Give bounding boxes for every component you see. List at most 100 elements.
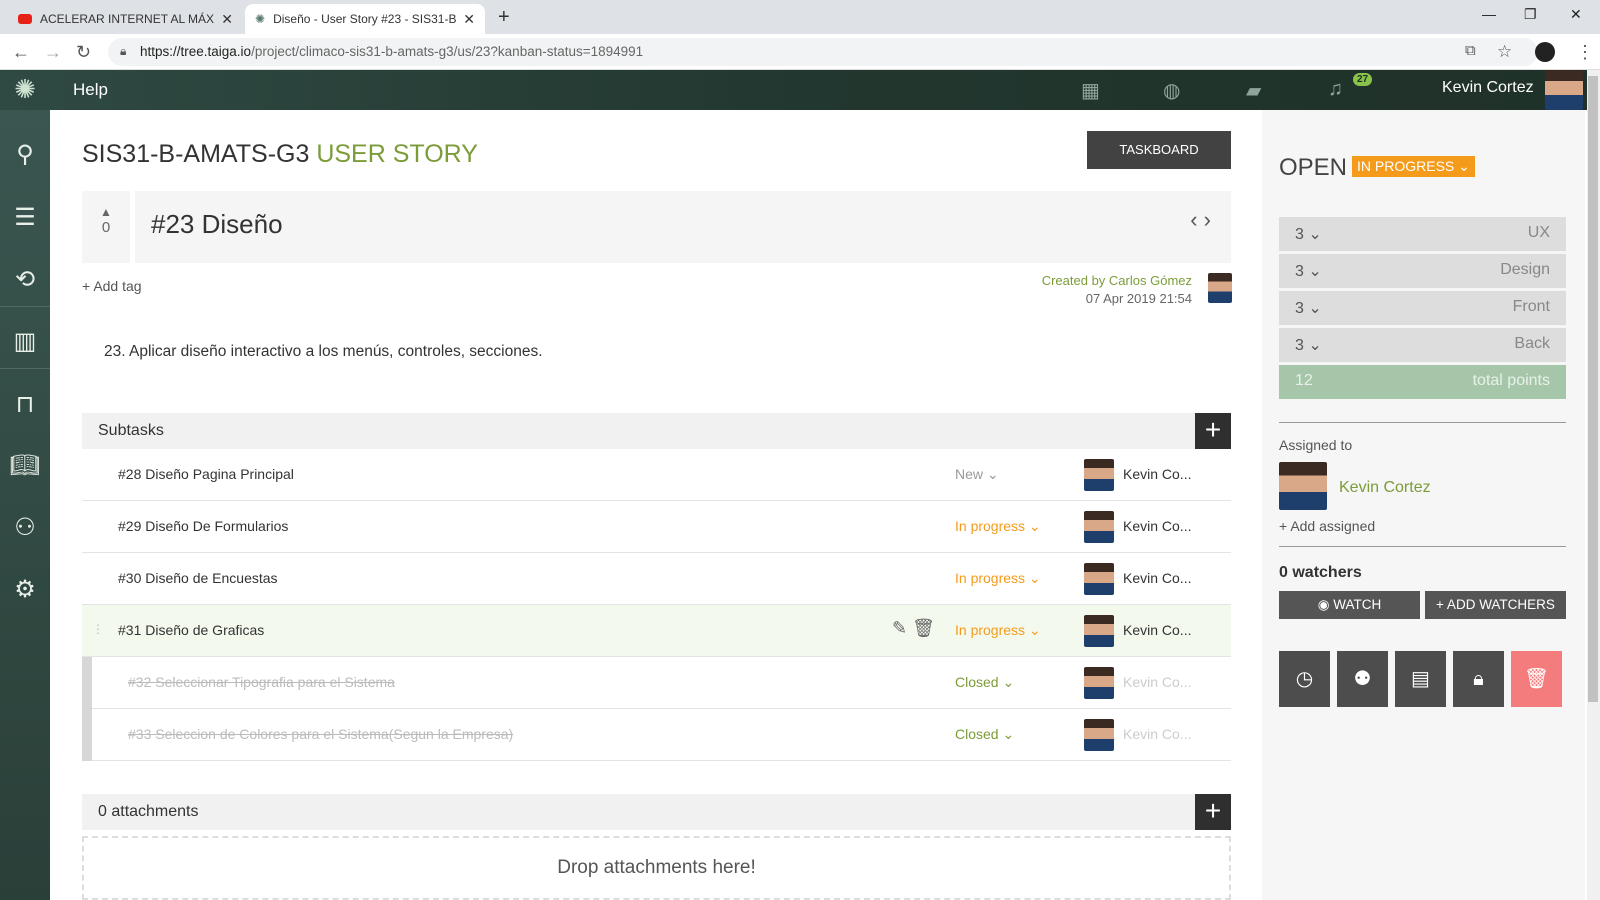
subtask-assignee[interactable]: Kevin Co... bbox=[1123, 466, 1191, 482]
team-icon[interactable]: ⚇ bbox=[0, 513, 50, 542]
subtask-assignee[interactable]: Kevin Co... bbox=[1123, 674, 1191, 690]
team-requirement-button[interactable]: ▤ bbox=[1395, 651, 1446, 707]
watch-button[interactable]: ◉ WATCH bbox=[1279, 591, 1420, 619]
subtask-assignee[interactable]: Kevin Co... bbox=[1123, 622, 1191, 638]
avatar bbox=[1084, 459, 1114, 491]
subtask-title[interactable]: #28 Diseño Pagina Principal bbox=[118, 466, 294, 482]
close-tab-icon[interactable]: ✕ bbox=[221, 11, 233, 28]
close-window-button[interactable]: ✕ bbox=[1570, 6, 1582, 23]
taiga-logo-icon[interactable]: ✺ bbox=[0, 70, 50, 110]
subtask-title[interactable]: #31 Diseño de Graficas bbox=[118, 622, 264, 638]
kanban-icon[interactable]: ▥ bbox=[0, 327, 50, 356]
close-tab-icon[interactable]: ✕ bbox=[463, 11, 475, 28]
minimize-button[interactable]: — bbox=[1482, 6, 1496, 22]
lock-icon: 🔒︎ bbox=[120, 44, 127, 58]
points-row-front[interactable]: 3 ⌄ Front bbox=[1279, 291, 1566, 325]
created-by[interactable]: Created by Carlos Gómez bbox=[1042, 272, 1192, 290]
subtask-title[interactable]: #33 Seleccion de Colores para el Sistema… bbox=[128, 726, 513, 742]
vote-box[interactable]: ▲ 0 bbox=[82, 191, 130, 263]
subtask-assignee[interactable]: Kevin Co... bbox=[1123, 518, 1191, 534]
subtask-title[interactable]: #32 Seleccionar Tipografia para el Siste… bbox=[128, 674, 395, 690]
trash-icon[interactable]: 🗑︎ bbox=[912, 618, 935, 638]
previous-story-icon[interactable]: ‹ bbox=[1190, 207, 1197, 232]
menu-lines-icon[interactable]: ☰ bbox=[0, 203, 50, 232]
points-role: Back bbox=[1514, 335, 1550, 352]
scrollbar-thumb[interactable] bbox=[1588, 76, 1598, 702]
browser-tab-youtube[interactable]: ACELERAR INTERNET AL MÁXIMO ✕ bbox=[8, 4, 243, 34]
url-field[interactable]: 🔒︎ https://tree.taiga.io/project/climaco… bbox=[108, 38, 1538, 66]
edit-pencil-icon[interactable]: ✎ bbox=[892, 618, 907, 638]
timeline-icon[interactable]: ⟲ bbox=[0, 265, 50, 294]
drag-handle-icon[interactable]: ⋮ bbox=[92, 622, 104, 636]
assignee-name[interactable]: Kevin Cortez bbox=[1339, 479, 1431, 497]
subtask-row[interactable]: #29 Diseño De Formularios In progress ⌄ … bbox=[82, 501, 1231, 553]
search-icon[interactable]: ⚲ bbox=[0, 140, 50, 169]
points-value[interactable]: 3 ⌄ bbox=[1295, 335, 1322, 355]
points-value[interactable]: 3 ⌄ bbox=[1295, 261, 1322, 281]
discover-globe-icon[interactable]: ◍ bbox=[1163, 78, 1180, 103]
menu-dots-icon[interactable]: ⋮ bbox=[1576, 42, 1594, 63]
status-dropdown[interactable]: IN PROGRESS ⌄ bbox=[1352, 156, 1475, 177]
project-name[interactable]: SIS31-B-AMATS-G3 bbox=[82, 140, 309, 168]
upvote-arrow-icon[interactable]: ▲ bbox=[82, 205, 130, 219]
help-link[interactable]: Help bbox=[73, 80, 108, 100]
subtask-row[interactable]: ⋮ #31 Diseño de Graficas ✎ 🗑︎ In progres… bbox=[82, 605, 1231, 657]
attachments-header: 0 attachments bbox=[82, 794, 1231, 830]
subtasks-title: Subtasks bbox=[98, 422, 164, 439]
subtask-status[interactable]: In progress ⌄ bbox=[955, 518, 1041, 535]
subtask-assignee[interactable]: Kevin Co... bbox=[1123, 726, 1191, 742]
profile-avatar[interactable] bbox=[1535, 42, 1555, 62]
delete-button[interactable]: 🗑︎ bbox=[1511, 651, 1562, 707]
bookmark-star-icon[interactable]: ☆ bbox=[1497, 42, 1512, 62]
block-lock-button[interactable]: 🔒︎ bbox=[1453, 651, 1504, 707]
points-row-ux[interactable]: 3 ⌄ UX bbox=[1279, 217, 1566, 251]
translate-icon[interactable]: ⧉ bbox=[1465, 42, 1476, 59]
subtask-title[interactable]: #29 Diseño De Formularios bbox=[118, 518, 288, 534]
add-assigned-button[interactable]: + Add assigned bbox=[1279, 518, 1375, 534]
points-value[interactable]: 3 ⌄ bbox=[1295, 224, 1322, 244]
story-description[interactable]: 23. Aplicar diseño interactivo a los men… bbox=[104, 343, 543, 361]
taskboard-button[interactable]: TASKBOARD bbox=[1087, 131, 1231, 169]
due-date-clock-button[interactable]: ◷ bbox=[1279, 651, 1330, 707]
subtask-assignee[interactable]: Kevin Co... bbox=[1123, 570, 1191, 586]
assign-to-me-button[interactable]: ⚉ bbox=[1337, 651, 1388, 707]
browser-tab-taiga[interactable]: ✺ Diseño - User Story #23 - SIS31-B- ✕ bbox=[245, 4, 485, 34]
projects-grid-icon[interactable]: ▦ bbox=[1081, 78, 1100, 103]
subtask-status[interactable]: In progress ⌄ bbox=[955, 570, 1041, 587]
add-watchers-button[interactable]: + ADD WATCHERS bbox=[1425, 591, 1566, 619]
story-title[interactable]: #23 Diseño bbox=[151, 209, 283, 240]
points-row-back[interactable]: 3 ⌄ Back bbox=[1279, 328, 1566, 362]
points-row-design[interactable]: 3 ⌄ Design bbox=[1279, 254, 1566, 288]
reload-button[interactable]: ↻ bbox=[76, 42, 91, 63]
subtask-status[interactable]: Closed ⌄ bbox=[955, 726, 1014, 743]
back-button[interactable]: ← bbox=[12, 42, 30, 63]
maximize-button[interactable]: ❐ bbox=[1524, 6, 1537, 23]
user-avatar[interactable] bbox=[1545, 70, 1583, 110]
subtask-status[interactable]: Closed ⌄ bbox=[955, 674, 1014, 691]
points-value[interactable]: 3 ⌄ bbox=[1295, 298, 1322, 318]
notification-badge: 27 bbox=[1353, 73, 1373, 86]
subtask-row[interactable]: #30 Diseño de Encuestas In progress ⌄ Ke… bbox=[82, 553, 1231, 605]
tab-title: Diseño - User Story #23 - SIS31-B- bbox=[273, 12, 458, 26]
next-story-icon[interactable]: › bbox=[1204, 207, 1211, 232]
subtask-status[interactable]: New ⌄ bbox=[955, 466, 999, 483]
subtask-row[interactable]: #33 Seleccion de Colores para el Sistema… bbox=[82, 709, 1231, 761]
subtask-title[interactable]: #30 Diseño de Encuestas bbox=[118, 570, 278, 586]
add-tag-button[interactable]: + Add tag bbox=[82, 278, 142, 294]
add-attachment-button[interactable]: + bbox=[1195, 794, 1231, 830]
folder-icon[interactable]: ▰ bbox=[1246, 78, 1261, 103]
backlog-bookmark-icon[interactable]: ⊓ bbox=[0, 390, 50, 419]
avatar bbox=[1084, 667, 1114, 699]
attachment-dropzone[interactable]: Drop attachments here! bbox=[82, 836, 1231, 900]
subtask-status[interactable]: In progress ⌄ bbox=[955, 622, 1041, 639]
add-subtask-button[interactable]: + bbox=[1195, 413, 1231, 449]
notifications-bell-icon[interactable]: ♫ bbox=[1328, 78, 1343, 101]
settings-gear-icon[interactable]: ⚙ bbox=[0, 575, 50, 604]
subtask-row[interactable]: #32 Seleccionar Tipografia para el Siste… bbox=[82, 657, 1231, 709]
forward-button[interactable]: → bbox=[44, 42, 62, 63]
subtask-row[interactable]: #28 Diseño Pagina Principal New ⌄ Kevin … bbox=[82, 449, 1231, 501]
wiki-book-icon[interactable]: 📖︎ bbox=[0, 451, 50, 480]
new-tab-button[interactable]: + bbox=[498, 6, 510, 29]
user-name[interactable]: Kevin Cortez bbox=[1442, 79, 1534, 97]
assignee-avatar bbox=[1279, 462, 1327, 510]
